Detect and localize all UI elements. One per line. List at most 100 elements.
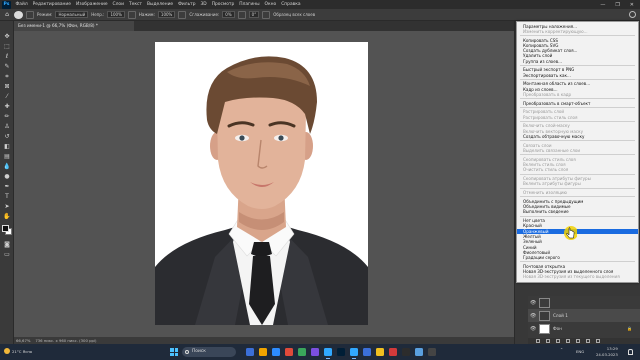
gradient-tool-icon[interactable]: ▤ — [3, 153, 11, 161]
context-menu-item[interactable]: Выполнить сведение — [517, 209, 638, 214]
pressure-opacity-icon[interactable] — [127, 10, 136, 19]
new-layer-icon[interactable] — [586, 339, 590, 343]
menu-3d[interactable]: 3D — [198, 2, 209, 7]
context-menu-item[interactable]: Создать обтравочную маску — [517, 134, 638, 139]
fx-icon[interactable] — [546, 339, 550, 343]
airbrush-icon[interactable] — [178, 10, 187, 19]
path-select-tool-icon[interactable]: ➤ — [3, 203, 11, 211]
clock[interactable]: 13:29 24.03.2023 — [596, 346, 618, 357]
menu-plugins[interactable]: Плагины — [237, 2, 262, 7]
taskbar-app-icon[interactable] — [259, 348, 267, 356]
canvas-area[interactable] — [14, 31, 514, 344]
menu-layers[interactable]: Слои — [110, 2, 126, 7]
frame-tool-icon[interactable]: ⊠ — [3, 83, 11, 91]
taskbar-search[interactable]: Поиск — [182, 347, 236, 357]
flow-field[interactable]: 100% — [157, 11, 176, 18]
taskbar-app-icon[interactable] — [363, 348, 371, 356]
add-mask-icon[interactable] — [556, 339, 560, 343]
system-tray-arrow[interactable]: ⌃ — [560, 347, 563, 352]
context-menu-item[interactable]: Преобразовать в смарт-объект — [517, 101, 638, 106]
visibility-eye-icon[interactable]: 👁 — [530, 300, 536, 306]
document-tab[interactable]: Без имени-1 @ 66,7% (Фон, RGB/8) * — [14, 21, 134, 31]
mode-select[interactable]: Нормальный — [55, 11, 89, 18]
taskbar-app-icon[interactable] — [389, 348, 397, 356]
eraser-tool-icon[interactable]: ◧ — [3, 143, 11, 151]
lasso-tool-icon[interactable]: ℓ — [3, 53, 11, 61]
notification-icon[interactable] — [628, 349, 633, 355]
brush-preset-icon[interactable] — [14, 10, 23, 19]
windows-start-icon[interactable] — [170, 348, 178, 356]
quick-select-tool-icon[interactable]: ✎ — [3, 63, 11, 71]
home-icon[interactable]: ⌂ — [3, 11, 11, 19]
pen-tool-icon[interactable]: ✒ — [3, 183, 11, 191]
taskbar-app-icon[interactable] — [285, 348, 293, 356]
language-indicator[interactable]: ENG — [576, 349, 584, 354]
brush-settings-icon[interactable] — [26, 10, 34, 19]
layer-row[interactable]: 👁 — [528, 296, 640, 309]
menu-view[interactable]: Просмотр — [209, 2, 237, 7]
taskbar-app-icon[interactable] — [415, 348, 423, 356]
menu-select[interactable]: Выделение — [144, 2, 175, 7]
sample-all-icon[interactable] — [262, 10, 271, 19]
smoothing-field[interactable]: 0% — [222, 11, 235, 18]
visibility-eye-icon[interactable]: 👁 — [530, 326, 536, 332]
context-menu-item[interactable]: Группа из слоев... — [517, 59, 638, 64]
layer-row-background[interactable]: 👁 Фон 🔒 — [528, 322, 640, 335]
foreground-color-swatch[interactable] — [2, 225, 9, 232]
blur-tool-icon[interactable]: 💧 — [3, 163, 11, 171]
crop-tool-icon[interactable]: ⌗ — [3, 73, 11, 81]
eyedropper-tool-icon[interactable]: ⁄ — [3, 93, 11, 101]
taskbar-app-icon[interactable] — [311, 348, 319, 356]
taskbar-app-icon[interactable] — [272, 348, 280, 356]
menu-filter[interactable]: Фильтр — [176, 2, 198, 7]
menu-help[interactable]: Справка — [279, 2, 303, 7]
zoom-readout[interactable]: 66,67% — [16, 338, 30, 343]
adjustment-icon[interactable] — [566, 339, 570, 343]
layer-row-selected[interactable]: 👁 Слой 1 — [528, 309, 640, 322]
hand-tool-icon[interactable]: ✋ — [3, 213, 11, 221]
menu-edit[interactable]: Редактирование — [30, 2, 73, 7]
quick-mask-icon[interactable]: ◙ — [3, 241, 11, 249]
trash-icon[interactable] — [596, 339, 600, 343]
taskbar-app-icon[interactable] — [428, 348, 436, 356]
link-layers-icon[interactable] — [536, 339, 540, 343]
visibility-eye-icon[interactable]: 👁 — [530, 313, 536, 319]
taskbar-app-icon[interactable] — [246, 348, 254, 356]
weather-widget[interactable]: 21°C Ясно — [4, 348, 32, 354]
taskbar-app-icon[interactable] — [376, 348, 384, 356]
close-button[interactable]: ✕ — [630, 2, 634, 8]
marquee-tool-icon[interactable]: ⬚ — [3, 43, 11, 51]
angle-field[interactable]: 0° — [248, 11, 260, 18]
new-group-icon[interactable] — [576, 339, 580, 343]
brush-tool-icon[interactable]: ✏ — [3, 113, 11, 121]
taskbar-app-icon[interactable] — [350, 348, 358, 359]
menu-file[interactable]: Файл — [13, 2, 30, 7]
context-menu-item[interactable]: Градации серого — [517, 255, 638, 260]
type-tool-icon[interactable]: T — [3, 193, 11, 201]
search-icon[interactable] — [629, 11, 636, 18]
smoothing-settings-icon[interactable] — [237, 10, 246, 19]
search-placeholder: Поиск — [192, 349, 206, 354]
opacity-field[interactable]: 100% — [107, 11, 125, 18]
hand-cursor-icon — [564, 226, 577, 240]
maximize-button[interactable]: ❐ — [615, 2, 619, 8]
taskbar-app-icon[interactable] — [402, 348, 410, 356]
healing-brush-tool-icon[interactable]: ✚ — [3, 103, 11, 111]
taskbar-app-icon[interactable] — [337, 348, 345, 356]
menu-image[interactable]: Изображение — [73, 2, 110, 7]
context-menu-item[interactable]: Экспортировать как... — [517, 73, 638, 78]
dodge-tool-icon[interactable]: ● — [3, 173, 11, 181]
clone-stamp-tool-icon[interactable]: ♙ — [3, 123, 11, 131]
minimize-button[interactable]: — — [600, 2, 605, 8]
menu-type[interactable]: Текст — [126, 2, 144, 7]
screen-mode-icon[interactable]: ▭ — [3, 251, 11, 259]
lock-icon[interactable]: 🔒 — [627, 326, 632, 331]
move-tool-icon[interactable]: ✥ — [3, 33, 11, 41]
sample-label: Образец всех слоев — [273, 12, 316, 17]
portrait-photo[interactable] — [155, 42, 368, 325]
menu-window[interactable]: Окно — [262, 2, 279, 7]
windows-taskbar: 21°C Ясно Поиск ⌃ ENG 13:29 24.03.2023 — [0, 344, 640, 360]
history-brush-tool-icon[interactable]: ↺ — [3, 133, 11, 141]
taskbar-app-icon[interactable] — [298, 348, 306, 356]
taskbar-app-icon[interactable] — [324, 348, 332, 359]
